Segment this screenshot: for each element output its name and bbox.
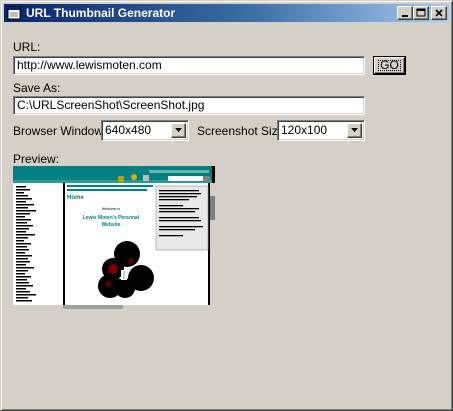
preview-welcome: Welcome to <box>102 207 120 211</box>
preview-site-title-1: Lewis Moten's Personal <box>83 215 140 221</box>
maximize-button[interactable] <box>413 6 429 20</box>
preview-heading: Home <box>67 195 84 201</box>
go-button[interactable]: GO <box>374 57 405 74</box>
close-icon <box>435 9 443 17</box>
screenshot-size-select[interactable]: 120x100 <box>277 120 365 141</box>
save-as-label: Save As: <box>13 81 61 95</box>
screenshot-size-dropdown-button[interactable] <box>347 123 362 138</box>
url-input[interactable]: http://www.lewismoten.com <box>13 56 365 75</box>
save-as-input[interactable]: C:\URLScreenShot\ScreenShot.jpg <box>13 96 365 115</box>
browser-window-label: Browser Window: <box>13 124 107 138</box>
minimize-icon <box>402 15 408 17</box>
url-label: URL: <box>13 40 41 54</box>
preview-label: Preview: <box>13 152 60 166</box>
browser-window-value: 640x480 <box>105 123 152 137</box>
browser-window-dropdown-button[interactable] <box>171 123 186 138</box>
focus-rect <box>378 60 401 71</box>
close-button[interactable] <box>431 6 447 20</box>
chevron-down-icon <box>351 128 358 132</box>
browser-window-select[interactable]: 640x480 <box>101 120 189 141</box>
preview-thumbnail: Home Welcome to Lewis Moten's Personal W… <box>13 166 215 309</box>
preview-site-title-2: Website <box>101 222 120 228</box>
preview-image: Home Welcome to Lewis Moten's Personal W… <box>13 166 215 309</box>
title-bar[interactable]: URL Thumbnail Generator <box>4 4 449 22</box>
chevron-down-icon <box>175 128 182 132</box>
screenshot-size-label: Screenshot Size: <box>197 124 288 138</box>
screenshot-size-value: 120x100 <box>281 123 328 137</box>
app-window: URL Thumbnail Generator URL: http://www.… <box>0 0 453 411</box>
minimize-button[interactable] <box>397 6 413 20</box>
maximize-icon <box>416 8 426 17</box>
window-title: URL Thumbnail Generator <box>26 6 176 20</box>
app-icon <box>7 6 21 20</box>
